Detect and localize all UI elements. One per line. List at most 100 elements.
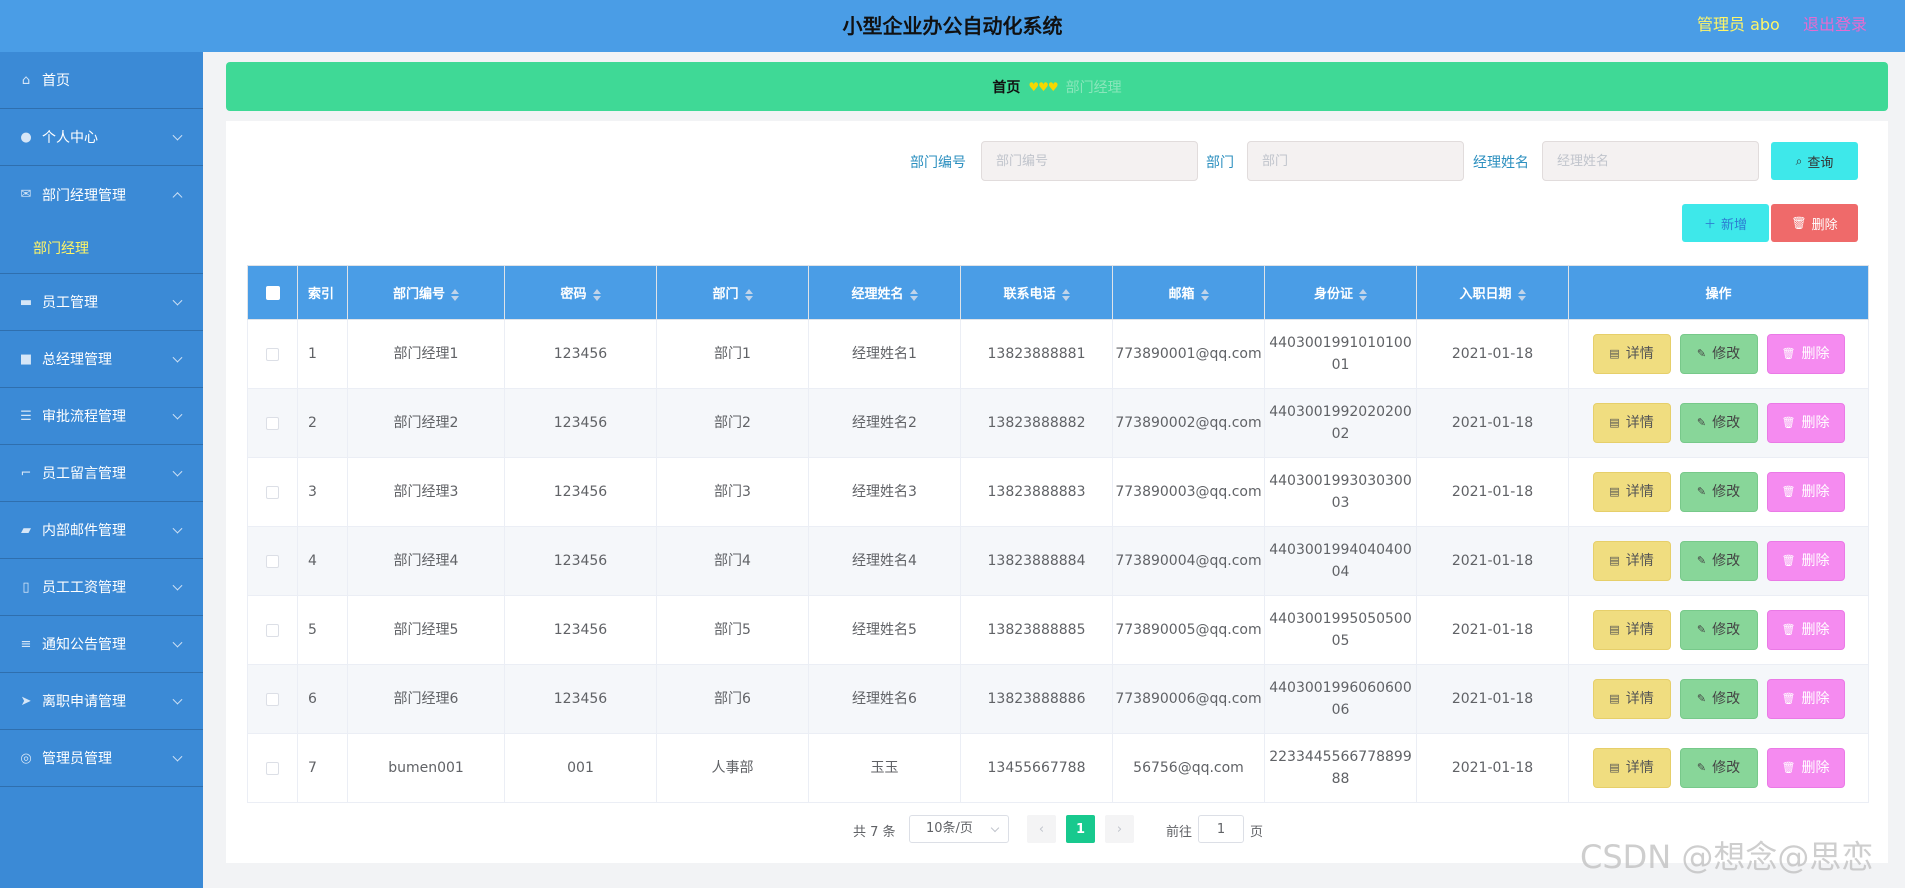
document-icon: ▤ [1609, 485, 1620, 498]
row-delete-button[interactable]: 🗑 删除 [1766, 472, 1845, 512]
sidebar-item-dept-manager-mgmt[interactable]: ✉ 部门经理管理 [0, 166, 203, 223]
col-header-join-date[interactable]: 入职日期 [1416, 265, 1569, 320]
cell-dept-code: bumen001 [347, 733, 505, 803]
edit-button[interactable]: ✎ 修改 [1679, 472, 1758, 512]
sort-icon[interactable] [592, 288, 601, 301]
cell-password: 001 [504, 733, 657, 803]
detail-button[interactable]: ▤ 详情 [1592, 403, 1671, 443]
next-page-button[interactable]: › [1105, 815, 1134, 843]
row-delete-button[interactable]: 🗑 删除 [1766, 334, 1845, 374]
mail-icon: ✉ [20, 187, 32, 202]
col-header-dept-code[interactable]: 部门编号 [347, 265, 505, 320]
sort-icon[interactable] [1517, 288, 1526, 301]
row-checkbox[interactable] [266, 692, 279, 706]
col-header-manager-name[interactable]: 经理姓名 [808, 265, 961, 320]
row-delete-button[interactable]: 🗑 删除 [1766, 748, 1845, 788]
edit-button[interactable]: ✎ 修改 [1679, 403, 1758, 443]
col-header-idcard[interactable]: 身份证 [1264, 265, 1417, 320]
sort-icon[interactable] [1359, 288, 1367, 301]
edit-button-label: 修改 [1712, 553, 1741, 569]
sort-icon[interactable] [1061, 288, 1070, 301]
col-header-phone[interactable]: 联系电话 [960, 265, 1113, 320]
edit-button[interactable]: ✎ 修改 [1679, 541, 1758, 581]
sidebar-item-admin-mgmt[interactable]: ◎ 管理员管理 [0, 730, 203, 787]
sidebar-item-home[interactable]: ⌂ 首页 [0, 52, 203, 109]
batch-delete-button[interactable]: 🗑 删除 [1771, 204, 1858, 242]
document-icon: ▤ [1609, 347, 1620, 360]
cell-manager-name: 经理姓名3 [808, 457, 961, 527]
cell-actions: ▤ 详情 ✎ 修改 🗑 删除 [1568, 595, 1869, 665]
sidebar-subitem-dept-manager[interactable]: 部门经理 [0, 223, 203, 273]
cell-join-date: 2021-01-18 [1416, 388, 1569, 458]
edit-icon: ✎ [1696, 761, 1707, 774]
sidebar-item-internal-mail-mgmt[interactable]: ▰ 内部邮件管理 [0, 502, 203, 559]
circle-icon: ◎ [20, 750, 32, 766]
pagination-total: 共 7 条 [853, 825, 896, 840]
sidebar-item-message-mgmt[interactable]: ⌐ 员工留言管理 [0, 445, 203, 502]
search-input-dept-code[interactable] [981, 141, 1198, 181]
row-delete-button[interactable]: 🗑 删除 [1766, 541, 1845, 581]
page-number-current[interactable]: 1 [1066, 815, 1095, 843]
sidebar-item-employee-mgmt[interactable]: ▬ 员工管理 [0, 274, 203, 331]
sidebar-item-salary-mgmt[interactable]: ▯ 员工工资管理 [0, 559, 203, 616]
sidebar-item-gm-mgmt[interactable]: ■ 总经理管理 [0, 331, 203, 388]
sidebar-item-notice-mgmt[interactable]: ≡ 通知公告管理 [0, 616, 203, 673]
row-delete-button[interactable]: 🗑 删除 [1766, 403, 1845, 443]
col-header-label: 邮箱 [1168, 287, 1195, 302]
row-checkbox[interactable] [266, 347, 279, 361]
row-checkbox[interactable] [266, 416, 279, 430]
sort-icon[interactable] [744, 288, 753, 301]
sort-icon[interactable] [1200, 288, 1209, 301]
sidebar-item-personal-center[interactable]: ● 个人中心 [0, 109, 203, 166]
search-input-dept[interactable] [1247, 141, 1464, 181]
add-button[interactable]: ＋ 新增 [1682, 204, 1769, 242]
select-all-checkbox[interactable] [265, 285, 280, 300]
col-header-email[interactable]: 邮箱 [1112, 265, 1265, 320]
detail-button[interactable]: ▤ 详情 [1592, 472, 1671, 512]
row-delete-button[interactable]: 🗑 删除 [1766, 679, 1845, 719]
col-header-dept[interactable]: 部门 [656, 265, 809, 320]
breadcrumb-home[interactable]: 首页 [992, 77, 1020, 97]
edit-icon: ✎ [1696, 623, 1707, 636]
heart-separator-icon: ♥♥♥ [1028, 79, 1058, 94]
row-checkbox[interactable] [266, 554, 279, 568]
row-select-cell [247, 388, 298, 458]
detail-button-label: 详情 [1625, 484, 1654, 500]
chat-icon: ▬ [19, 294, 33, 310]
edit-button[interactable]: ✎ 修改 [1679, 610, 1758, 650]
edit-button[interactable]: ✎ 修改 [1679, 334, 1758, 374]
goto-page-input[interactable] [1198, 815, 1244, 843]
chevron-down-icon [172, 580, 183, 591]
sort-icon[interactable] [909, 288, 918, 301]
detail-button[interactable]: ▤ 详情 [1592, 541, 1671, 581]
document-icon: ▤ [1609, 623, 1620, 636]
detail-button[interactable]: ▤ 详情 [1592, 679, 1671, 719]
chevron-down-icon [172, 295, 183, 306]
row-checkbox[interactable] [266, 485, 279, 499]
video-icon: ■ [19, 351, 33, 367]
cell-email: 773890003@qq.com [1112, 457, 1265, 527]
detail-button[interactable]: ▤ 详情 [1592, 334, 1671, 374]
col-header-password[interactable]: 密码 [504, 265, 657, 320]
detail-button[interactable]: ▤ 详情 [1592, 748, 1671, 788]
edit-button[interactable]: ✎ 修改 [1679, 748, 1758, 788]
query-button[interactable]: ⌕ 查询 [1771, 142, 1858, 180]
logout-link[interactable]: 退出登录 [1803, 11, 1867, 35]
sidebar-item-resignation-mgmt[interactable]: ➤ 离职申请管理 [0, 673, 203, 730]
edit-button[interactable]: ✎ 修改 [1679, 679, 1758, 719]
trash-icon: 🗑 [1781, 485, 1796, 498]
sidebar-item-approval-mgmt[interactable]: ☰ 审批流程管理 [0, 388, 203, 445]
row-select-cell [247, 319, 298, 389]
search-input-manager-name[interactable] [1542, 141, 1759, 181]
cell-join-date: 2021-01-18 [1416, 664, 1569, 734]
cell-manager-name: 经理姓名1 [808, 319, 961, 389]
detail-button[interactable]: ▤ 详情 [1592, 610, 1671, 650]
chevron-up-icon [172, 191, 183, 202]
sort-icon[interactable] [451, 288, 459, 301]
document-icon: ▤ [1609, 692, 1620, 705]
row-checkbox[interactable] [266, 623, 279, 637]
page-size-select[interactable]: 10条/页 [909, 815, 1009, 843]
row-delete-button[interactable]: 🗑 删除 [1766, 610, 1845, 650]
prev-page-button[interactable]: ‹ [1027, 815, 1056, 843]
row-checkbox[interactable] [266, 761, 279, 775]
